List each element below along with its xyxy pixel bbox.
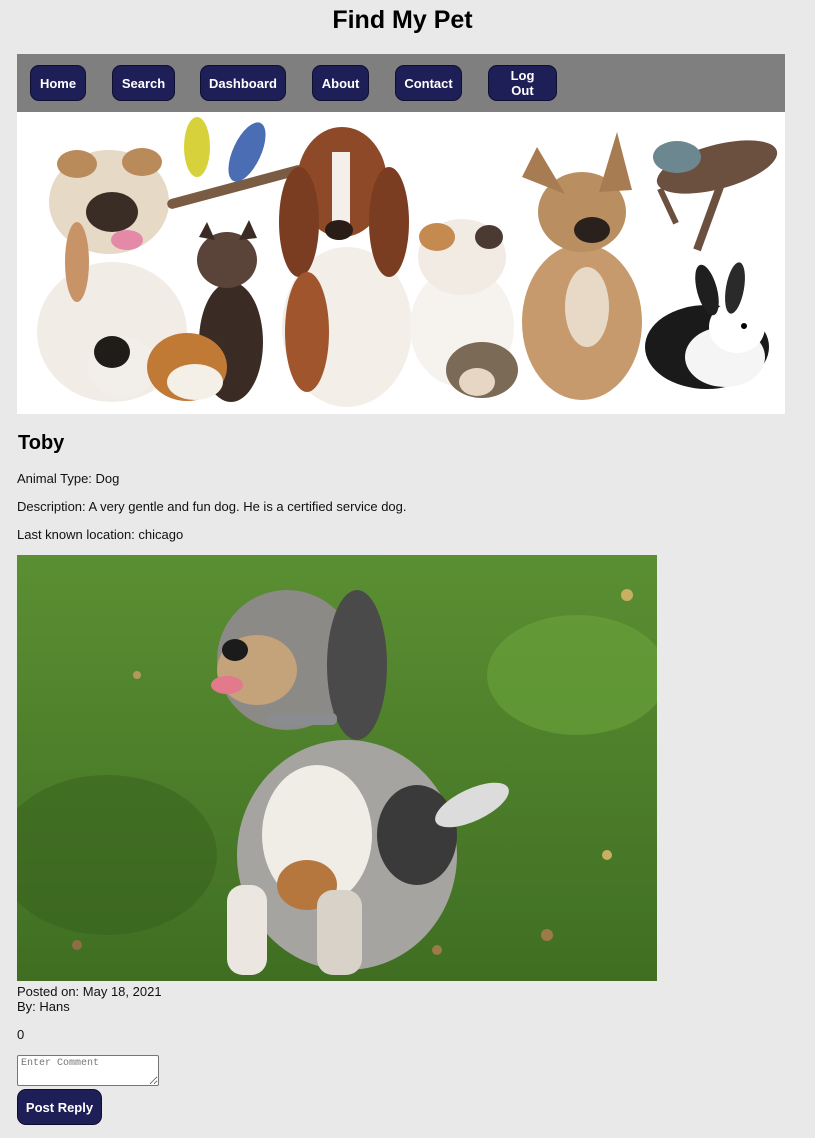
hedgehog-icon: [446, 342, 518, 398]
dog-photo-illustration: [17, 555, 657, 981]
nav-bar: Home Search Dashboard About Contact Log …: [17, 54, 785, 112]
nav-dashboard-button[interactable]: Dashboard: [200, 65, 286, 101]
posted-by-text: By: Hans: [17, 999, 70, 1014]
iguana-icon: [653, 140, 778, 252]
site-title: Find My Pet: [332, 6, 473, 34]
description-text: Description: A very gentle and fun dog. …: [17, 499, 407, 514]
animal-type-text: Animal Type: Dog: [17, 471, 120, 486]
pet-name: Toby: [18, 432, 65, 454]
pets-banner-image: [17, 112, 785, 414]
post-reply-button[interactable]: Post Reply: [17, 1089, 102, 1125]
comment-input[interactable]: [17, 1055, 159, 1086]
like-count: 0: [17, 1027, 25, 1042]
pet-photo: [17, 555, 657, 981]
nav-search-button[interactable]: Search: [112, 65, 175, 101]
last-location-text: Last known location: chicago: [17, 527, 184, 542]
nav-contact-button[interactable]: Contact: [395, 65, 462, 101]
nav-home-button[interactable]: Home: [30, 65, 86, 101]
french-bulldog-icon: [522, 132, 642, 400]
nav-about-button[interactable]: About: [312, 65, 369, 101]
posted-on-text: Posted on: May 18, 2021: [17, 984, 162, 999]
rabbit-icon: [645, 262, 769, 389]
nav-logout-button[interactable]: Log Out: [488, 65, 557, 101]
basset-hound-icon: [279, 127, 412, 407]
pets-banner-illustration: [37, 117, 778, 407]
